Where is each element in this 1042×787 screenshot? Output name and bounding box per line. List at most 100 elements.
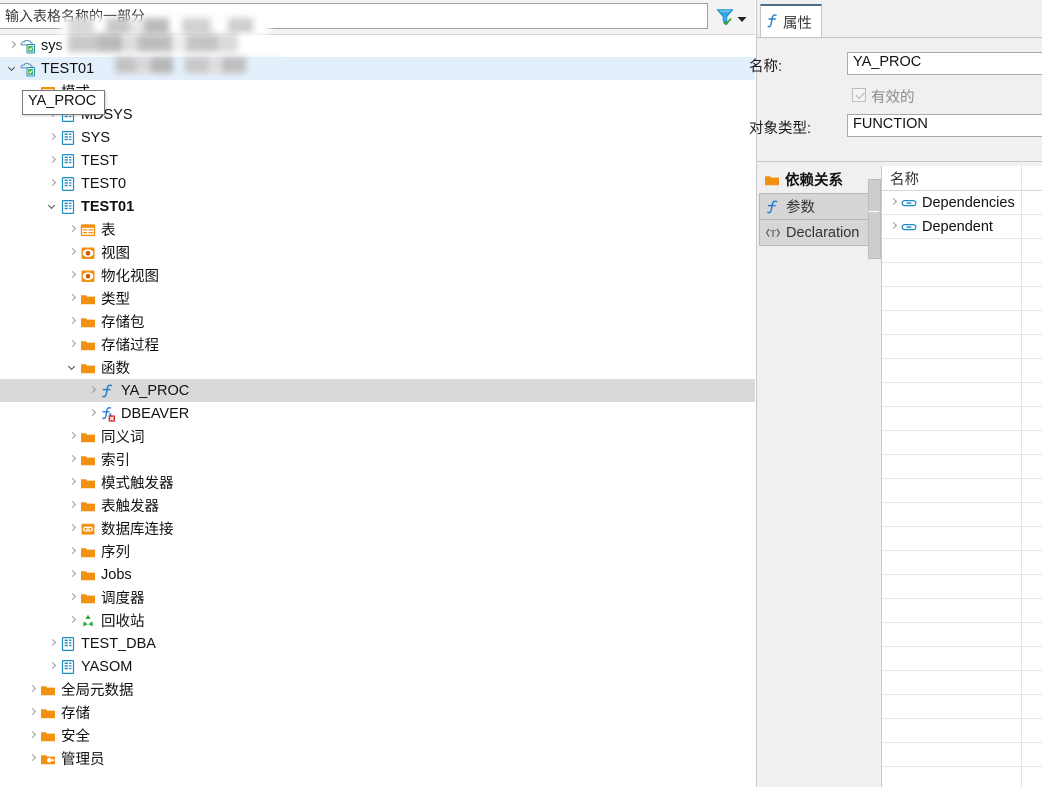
chevron-right-icon[interactable] xyxy=(887,191,901,214)
chevron-right-icon[interactable] xyxy=(26,678,40,701)
tree-item--[interactable]: 类型 xyxy=(0,287,755,310)
chevron-right-icon[interactable] xyxy=(46,126,60,149)
chevron-right-icon[interactable] xyxy=(887,215,901,238)
tree-item-mdsys[interactable]: MDSYS xyxy=(0,103,755,126)
tree-item-test01[interactable]: TEST01 xyxy=(0,57,755,80)
dependency-row[interactable]: Dependencies xyxy=(882,191,1042,215)
tree-item--[interactable]: 序列 xyxy=(0,540,755,563)
dependencies-vertical-scrollbar-thumb[interactable] xyxy=(868,179,881,259)
valid-checkbox[interactable] xyxy=(852,88,866,102)
tree-item-ya_proc[interactable]: YA_PROC xyxy=(0,379,755,402)
chevron-right-icon[interactable] xyxy=(26,747,40,770)
chevron-right-icon[interactable] xyxy=(66,425,80,448)
tree-item--[interactable]: 存储过程 xyxy=(0,333,755,356)
folder-icon xyxy=(40,728,56,744)
object-type-value[interactable]: FUNCTION xyxy=(847,114,1042,137)
properties-separator xyxy=(757,161,1042,162)
chevron-right-icon[interactable] xyxy=(66,540,80,563)
chevron-right-icon[interactable] xyxy=(46,655,60,678)
chevron-right-icon[interactable] xyxy=(66,241,80,264)
table-name-filter-input[interactable] xyxy=(0,3,708,29)
chevron-right-icon[interactable] xyxy=(66,494,80,517)
chevron-down-icon[interactable] xyxy=(736,11,748,22)
tree-indent-spacer xyxy=(0,218,66,241)
folder-icon xyxy=(80,429,96,445)
tree-item-label: 数据库连接 xyxy=(101,522,174,538)
tree-item--[interactable]: 模式触发器 xyxy=(0,471,755,494)
tree-item--[interactable]: 回收站 xyxy=(0,609,755,632)
tree-item--[interactable]: 函数 xyxy=(0,356,755,379)
chevron-right-icon[interactable] xyxy=(6,34,20,57)
chevron-right-icon[interactable] xyxy=(66,333,80,356)
tree-item--[interactable]: 调度器 xyxy=(0,586,755,609)
tree-item-label: 存储 xyxy=(61,706,90,722)
chevron-right-icon[interactable] xyxy=(66,264,80,287)
tree-item-test01[interactable]: TEST01 xyxy=(0,195,755,218)
tree-item--[interactable]: 全局元数据 xyxy=(0,678,755,701)
section-tab-declaration[interactable]: T Declaration xyxy=(759,220,881,246)
tree-item--[interactable]: 模式 xyxy=(0,80,755,103)
navigator-tree[interactable]: sys TEST01 模式 MDSYS xyxy=(0,34,755,787)
tree-item-jobs[interactable]: Jobs xyxy=(0,563,755,586)
editor-section-tabs[interactable]: 依赖关系 参数 T Declaration xyxy=(759,166,881,787)
tree-item-label: SYS xyxy=(81,129,111,146)
function-error-icon xyxy=(100,406,116,422)
tree-item-test0[interactable]: TEST0 xyxy=(0,172,755,195)
chevron-right-icon[interactable] xyxy=(66,448,80,471)
dependencies-column-header[interactable]: 名称 xyxy=(882,166,1042,191)
chevron-down-icon[interactable] xyxy=(6,57,20,80)
chevron-right-icon[interactable] xyxy=(66,563,80,586)
chevron-right-icon[interactable] xyxy=(46,172,60,195)
chevron-right-icon[interactable] xyxy=(66,609,80,632)
chevron-right-icon[interactable] xyxy=(26,701,40,724)
dependency-empty-row xyxy=(882,503,1042,527)
tree-item-sys[interactable]: sys xyxy=(0,34,755,57)
section-tab--[interactable]: 依赖关系 xyxy=(759,166,881,194)
tree-item--[interactable]: 同义词 xyxy=(0,425,755,448)
chevron-right-icon[interactable] xyxy=(66,218,80,241)
tree-item--[interactable]: 索引 xyxy=(0,448,755,471)
tree-item--[interactable]: 数据库连接 xyxy=(0,517,755,540)
chevron-right-icon[interactable] xyxy=(46,149,60,172)
chevron-right-icon[interactable] xyxy=(46,632,60,655)
chevron-right-icon[interactable] xyxy=(66,517,80,540)
dependencies-column-header-label: 名称 xyxy=(890,171,919,188)
funnel-check-icon[interactable] xyxy=(714,5,736,27)
chevron-right-icon[interactable] xyxy=(66,287,80,310)
tree-item--[interactable]: 存储 xyxy=(0,701,755,724)
chevron-down-icon[interactable] xyxy=(46,195,60,218)
tree-item--[interactable]: 表 xyxy=(0,218,755,241)
chevron-right-icon[interactable] xyxy=(66,586,80,609)
tree-item--[interactable]: 存储包 xyxy=(0,310,755,333)
tree-item-label: sys xyxy=(41,37,63,54)
tooltip-text: YA_PROC xyxy=(28,93,97,109)
dependencies-column-divider[interactable] xyxy=(1021,166,1022,787)
tab-properties[interactable]: 属性 xyxy=(760,4,822,38)
tree-item-label: 表 xyxy=(101,223,116,239)
chevron-right-icon[interactable] xyxy=(26,724,40,747)
chevron-right-icon[interactable] xyxy=(66,471,80,494)
section-tab--[interactable]: 参数 xyxy=(759,194,881,220)
dependency-row[interactable]: Dependent xyxy=(882,215,1042,239)
dependencies-table[interactable]: 名称 Dependencies Dependent xyxy=(881,166,1042,787)
tree-item--[interactable]: 视图 xyxy=(0,241,755,264)
chevron-right-icon[interactable] xyxy=(86,402,100,425)
tree-indent-spacer xyxy=(0,448,66,471)
name-field-value[interactable]: YA_PROC xyxy=(847,52,1042,75)
link-icon xyxy=(901,219,917,235)
chevron-right-icon[interactable] xyxy=(66,310,80,333)
tree-item--[interactable]: 管理员 xyxy=(0,747,755,770)
tree-indent-spacer xyxy=(0,310,66,333)
schema-icon xyxy=(60,153,76,169)
tree-item-test[interactable]: TEST xyxy=(0,149,755,172)
tree-item-sys[interactable]: SYS xyxy=(0,126,755,149)
tree-item-yasom[interactable]: YASOM xyxy=(0,655,755,678)
chevron-right-icon[interactable] xyxy=(86,379,100,402)
tree-item-test_dba[interactable]: TEST_DBA xyxy=(0,632,755,655)
tree-item--[interactable]: 物化视图 xyxy=(0,264,755,287)
tree-item--[interactable]: 表触发器 xyxy=(0,494,755,517)
tree-item-dbeaver[interactable]: DBEAVER xyxy=(0,402,755,425)
tree-item-label: DBEAVER xyxy=(121,405,190,422)
tree-item--[interactable]: 安全 xyxy=(0,724,755,747)
chevron-down-icon[interactable] xyxy=(66,356,80,379)
